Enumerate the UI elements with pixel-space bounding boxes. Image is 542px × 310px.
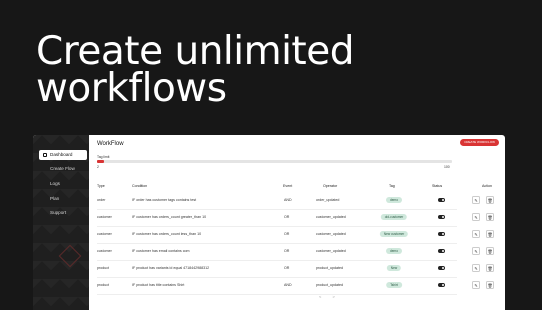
cell-condition: IF order has customer tags contains test: [132, 198, 197, 202]
delete-icon[interactable]: 🗑: [486, 213, 494, 221]
tag-limit-fill: [97, 160, 105, 163]
table-row: customer IF customer has orders_count gre…: [97, 209, 494, 227]
header-tag: Tag: [389, 184, 395, 188]
cell-condition: IF customer has orders_count greater_tha…: [132, 215, 207, 219]
cell-operator: product_updated: [316, 283, 343, 287]
cell-event: OR: [284, 266, 290, 270]
header-operator: Operator: [323, 184, 338, 188]
delete-icon[interactable]: 🗑: [486, 281, 494, 289]
cell-condition: IF customer has email contains com: [132, 249, 190, 253]
cell-operator: customer_updated: [316, 249, 346, 253]
cell-event: AND: [284, 283, 292, 287]
next-page-button[interactable]: >: [332, 294, 334, 299]
table-row: customer IF customer has email contains c…: [97, 243, 494, 261]
header-action: Action: [482, 184, 492, 188]
status-toggle[interactable]: [438, 198, 445, 202]
tag-badge: New: [386, 265, 402, 271]
dashboard-icon: [43, 153, 47, 157]
sidebar: Dashboard Create Flow Logs Plan Support: [33, 135, 89, 310]
delete-icon[interactable]: 🗑: [486, 247, 494, 255]
table-row: product IF product has variants id equal …: [97, 260, 494, 278]
delete-icon[interactable]: 🗑: [486, 230, 494, 238]
cell-operator: product_updated: [316, 266, 343, 270]
cell-condition: IF product has title contains Shirt: [132, 283, 185, 287]
cell-condition: IF product has variants id equal 4718442…: [132, 266, 210, 270]
cell-type: product: [97, 266, 109, 270]
create-workflow-button[interactable]: CREATE WORKFLOW: [460, 139, 499, 146]
status-toggle[interactable]: [438, 249, 445, 253]
edit-icon[interactable]: ✎: [472, 196, 480, 204]
status-toggle[interactable]: [438, 215, 445, 219]
tag-badge: old-customer: [380, 214, 408, 220]
delete-icon[interactable]: 🗑: [486, 196, 494, 204]
main-content: WorkFlow CREATE WORKFLOW Tag limit 2 100…: [89, 135, 505, 310]
delete-icon[interactable]: 🗑: [486, 264, 494, 272]
edit-icon[interactable]: ✎: [472, 230, 480, 238]
table-row: product IF product has title contains Shi…: [97, 277, 494, 295]
sidebar-item-dashboard[interactable]: Dashboard: [39, 150, 87, 160]
table-row: order IF order has customer tags contains…: [97, 192, 494, 210]
tag-limit-min: 2: [97, 165, 99, 169]
cell-type: customer: [97, 215, 112, 219]
header-condition: Condition: [132, 184, 148, 188]
sidebar-item-plan[interactable]: Plan: [39, 194, 87, 204]
cell-type: customer: [97, 232, 112, 236]
cell-event: AND: [284, 198, 292, 202]
cell-type: order: [97, 198, 106, 202]
cell-type: customer: [97, 249, 112, 253]
edit-icon[interactable]: ✎: [472, 264, 480, 272]
sidebar-item-support[interactable]: Support: [39, 208, 87, 218]
cell-condition: IF customer has orders_count less_than 1…: [132, 232, 202, 236]
header-event: Event: [283, 184, 293, 188]
cube-decoration: [58, 244, 82, 268]
cell-event: OR: [284, 232, 290, 236]
tag-badge: demo: [386, 197, 402, 203]
headline-line-1: Create unlimited: [36, 29, 354, 74]
tag-badge: Tshirt: [386, 282, 402, 288]
cell-event: OR: [284, 215, 290, 219]
header-status: Status: [432, 184, 443, 188]
cell-operator: order_updated: [316, 198, 340, 202]
tag-limit-max: 100: [444, 165, 450, 169]
status-toggle[interactable]: [438, 266, 445, 270]
sidebar-item-logs[interactable]: Logs: [39, 179, 87, 189]
tag-limit-label: Tag limit: [97, 155, 110, 159]
sidebar-item-label: Support: [50, 210, 67, 215]
page-title: WorkFlow: [97, 141, 124, 147]
table-row: customer IF customer has orders_count les…: [97, 226, 494, 244]
sidebar-item-create-flow[interactable]: Create Flow: [39, 164, 87, 174]
headline: Create unlimited workflows: [36, 29, 354, 111]
edit-icon[interactable]: ✎: [472, 247, 480, 255]
status-toggle[interactable]: [438, 283, 445, 287]
pagination: < >: [319, 294, 335, 299]
app-window: Dashboard Create Flow Logs Plan Support …: [33, 135, 505, 310]
header-type: Type: [97, 184, 105, 188]
prev-page-button[interactable]: <: [319, 294, 321, 299]
edit-icon[interactable]: ✎: [472, 213, 480, 221]
edit-icon[interactable]: ✎: [472, 281, 480, 289]
sidebar-item-label: Logs: [50, 181, 60, 186]
cell-operator: customer_updated: [316, 232, 346, 236]
status-toggle[interactable]: [438, 232, 445, 236]
sidebar-item-label: Dashboard: [50, 152, 73, 157]
cell-operator: customer_updated: [316, 215, 346, 219]
headline-line-2: workflows: [36, 66, 227, 111]
tag-badge: demo: [386, 248, 402, 254]
cell-event: OR: [284, 249, 290, 253]
sidebar-item-label: Plan: [50, 196, 60, 201]
sidebar-item-label: Create Flow: [50, 166, 75, 171]
cell-type: product: [97, 283, 109, 287]
tag-badge: New customer: [379, 231, 409, 237]
tag-limit-bar: [97, 160, 452, 163]
